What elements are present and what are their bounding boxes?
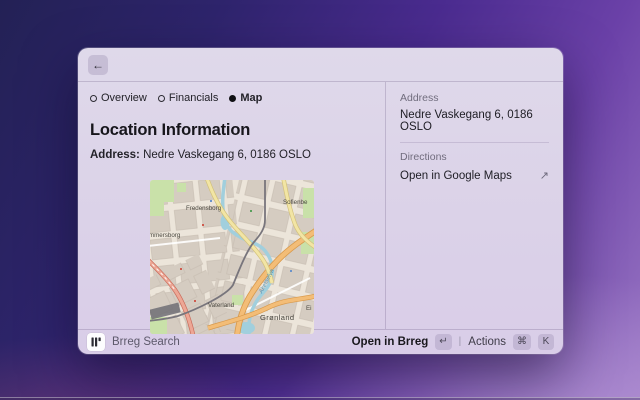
sidebar-address-label: Address <box>400 92 549 104</box>
sidebar-divider <box>400 142 549 143</box>
page-title: Location Information <box>90 121 373 140</box>
tab-overview-label: Overview <box>101 92 147 104</box>
sidebar-directions-label: Directions <box>400 151 549 163</box>
map-label-vaterland: Vaterland <box>208 302 235 309</box>
sidebar-address-value: Nedre Vaskegang 6, 0186 OSLO <box>400 109 549 133</box>
back-button[interactable]: ← <box>88 55 108 75</box>
brreg-app-icon <box>87 333 105 351</box>
window-header: ← <box>78 48 563 82</box>
view-switcher: Overview Financials Map <box>90 92 373 104</box>
tab-map[interactable]: Map <box>229 92 262 104</box>
map-label-east-edge: Ei <box>306 305 312 312</box>
map-label-fredensborg: Fredensborg <box>186 205 222 212</box>
radio-unselected-icon <box>90 95 97 102</box>
metadata-panel: Address Nedre Vaskegang 6, 0186 OSLO Dir… <box>385 82 563 329</box>
k-key-badge[interactable]: K <box>538 334 554 350</box>
launcher-window: ← Overview Financials Map <box>78 48 563 354</box>
back-arrow-icon: ← <box>92 58 104 72</box>
desktop-background: ← Overview Financials Map <box>0 0 640 400</box>
map-label-gronland: Grønland <box>260 313 294 322</box>
address-line-value: Nedre Vaskegang 6, 0186 OSLO <box>143 149 311 161</box>
map-label-sofienberg: Sofienbe <box>283 199 308 206</box>
window-body: Overview Financials Map Location Informa… <box>78 82 563 329</box>
tab-financials[interactable]: Financials <box>158 92 219 104</box>
action-bar-divider: | <box>459 336 462 347</box>
directions-link-label: Open in Google Maps <box>400 170 512 182</box>
osm-map-svg: Fredensborg mmersborg Sofienbe Vaterland… <box>150 180 314 334</box>
radio-selected-icon <box>229 95 236 102</box>
action-bar-right: Open in Brreg ↵ | Actions ⌘ K <box>352 334 554 350</box>
bar-chart-icon <box>90 336 102 348</box>
app-name: Brreg Search <box>112 336 180 348</box>
radio-unselected-icon <box>158 95 165 102</box>
external-link-icon: ↗ <box>540 169 549 182</box>
tab-overview[interactable]: Overview <box>90 92 147 104</box>
tab-map-label: Map <box>240 92 262 104</box>
map-image: Fredensborg mmersborg Sofienbe Vaterland… <box>150 180 314 334</box>
main-panel: Overview Financials Map Location Informa… <box>78 82 385 329</box>
directions-link[interactable]: Open in Google Maps ↗ <box>400 169 549 182</box>
open-in-brreg-button[interactable]: Open in Brreg <box>352 336 429 348</box>
tab-financials-label: Financials <box>169 92 219 104</box>
address-line: Address: Nedre Vaskegang 6, 0186 OSLO <box>90 149 373 161</box>
command-key-badge[interactable]: ⌘ <box>513 334 531 350</box>
map-label-hammersborg: mmersborg <box>150 232 181 239</box>
enter-key-badge[interactable]: ↵ <box>435 334 451 350</box>
actions-button[interactable]: Actions <box>468 336 506 348</box>
address-line-label: Address: <box>90 149 140 161</box>
